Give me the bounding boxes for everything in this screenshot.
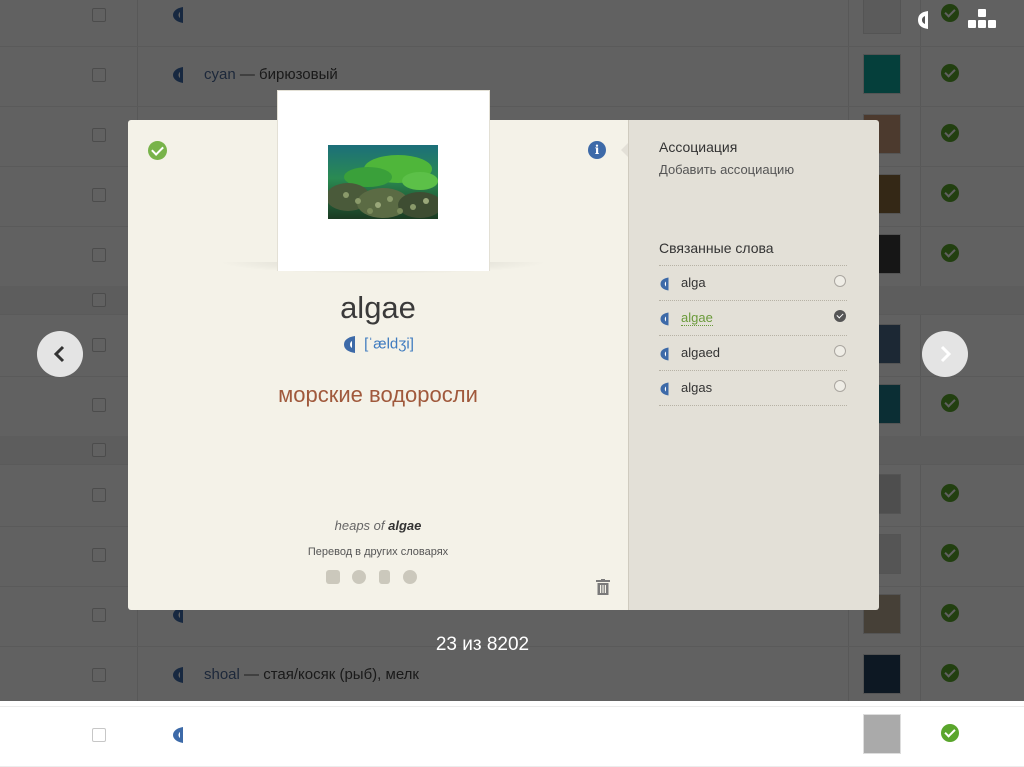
related-word-item[interactable]: algas xyxy=(659,371,847,406)
related-word-label: algae xyxy=(681,310,713,326)
translation-text: морские водоросли xyxy=(278,382,478,407)
trash-icon[interactable] xyxy=(596,579,610,595)
related-word-label: algas xyxy=(681,380,713,395)
chevron-right-icon xyxy=(940,345,952,363)
dictionary-links xyxy=(326,570,426,586)
transcription-text: [ˈældʒi] xyxy=(364,335,414,353)
learned-check-icon[interactable] xyxy=(148,141,167,160)
card-counter: 23 из 8202 xyxy=(435,634,530,655)
table-row xyxy=(0,706,1024,767)
previous-card-button[interactable] xyxy=(37,331,83,377)
word-title: algae xyxy=(340,290,416,325)
speaker-icon[interactable] xyxy=(659,382,673,396)
speaker-icon[interactable] xyxy=(659,312,673,326)
other-dictionaries-label: Перевод в других словарях xyxy=(307,546,449,558)
related-word-item[interactable]: algaed xyxy=(659,336,847,371)
speaker-icon[interactable] xyxy=(171,726,189,744)
related-word-item[interactable]: algae xyxy=(659,301,847,336)
related-word-radio[interactable] xyxy=(834,345,846,357)
google-icon[interactable] xyxy=(326,570,340,584)
algae-photo xyxy=(328,145,438,219)
related-word-item[interactable]: alga xyxy=(659,266,847,301)
card-side-panel: Ассоциация Добавить ассоциацию Связанные… xyxy=(628,120,879,610)
word-card: i algae [ˈældʒi] морские водоросли heaps… xyxy=(128,90,879,610)
example-prefix: heaps of xyxy=(334,518,389,533)
add-association-link[interactable]: Добавить ассоциацию xyxy=(659,162,794,177)
related-word-label: algaed xyxy=(681,345,721,360)
related-word-selected-radio[interactable] xyxy=(834,310,846,322)
dictionary-icon[interactable] xyxy=(403,570,417,584)
related-word-radio[interactable] xyxy=(834,380,846,392)
wikipedia-icon[interactable] xyxy=(352,570,366,584)
row-learned-check-icon[interactable] xyxy=(941,724,959,742)
word-image-frame[interactable] xyxy=(277,90,490,271)
association-title: Ассоциация xyxy=(659,139,738,155)
keyboard-shortcuts-icon[interactable] xyxy=(966,9,998,33)
row-checkbox[interactable] xyxy=(92,728,106,742)
sound-toggle-icon[interactable] xyxy=(913,8,937,32)
speaker-icon[interactable] xyxy=(659,347,673,361)
next-card-button[interactable] xyxy=(922,331,968,377)
transcription[interactable]: [ˈældʒi] xyxy=(128,335,628,354)
card-main-panel: i algae [ˈældʒi] морские водоросли heaps… xyxy=(128,90,628,610)
book-icon[interactable] xyxy=(379,570,390,584)
related-words-title: Связанные слова xyxy=(659,240,774,256)
row-thumbnail[interactable] xyxy=(863,714,901,754)
speaker-icon[interactable] xyxy=(659,277,673,291)
related-word-label: alga xyxy=(681,275,706,290)
related-word-radio[interactable] xyxy=(834,275,846,287)
related-words-list: alga algae algaed algas xyxy=(659,265,847,406)
play-sound-icon[interactable] xyxy=(342,335,361,354)
info-icon[interactable]: i xyxy=(588,141,606,159)
chevron-left-icon xyxy=(53,345,65,363)
example-word: algae xyxy=(388,518,422,533)
example-phrase: heaps of algae xyxy=(128,518,628,533)
